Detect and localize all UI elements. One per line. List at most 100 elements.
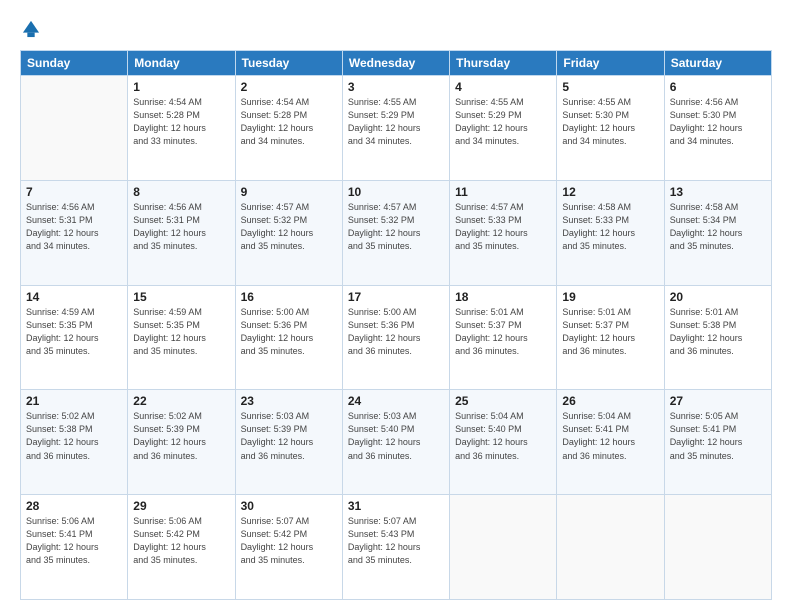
calendar-cell: 5Sunrise: 4:55 AM Sunset: 5:30 PM Daylig…: [557, 76, 664, 181]
col-header-monday: Monday: [128, 51, 235, 76]
day-info: Sunrise: 5:00 AM Sunset: 5:36 PM Dayligh…: [241, 306, 337, 358]
logo: [20, 18, 46, 40]
calendar-cell: 21 Sunrise: 5:02 AM Sunset: 5:38 PM Dayli…: [21, 390, 128, 495]
calendar-cell: 9 Sunrise: 4:57 AM Sunset: 5:32 PM Daylig…: [235, 180, 342, 285]
calendar-cell: 3 Sunrise: 4:55 AM Sunset: 5:29 PM Daylig…: [342, 76, 449, 181]
day-info: Sunrise: 5:07 AM Sunset: 5:43 PM Dayligh…: [348, 515, 444, 567]
day-info: Sunrise: 5:06 AM Sunset: 5:41 PM Dayligh…: [26, 515, 122, 567]
day-info: Sunrise: 5:01 AM Sunset: 5:37 PM Dayligh…: [562, 306, 658, 358]
day-number: 23: [241, 394, 337, 408]
day-number: 28: [26, 499, 122, 513]
day-number: 10: [348, 185, 444, 199]
day-number: 18: [455, 290, 551, 304]
day-number: 22: [133, 394, 229, 408]
calendar-cell: [450, 495, 557, 600]
day-number: 21: [26, 394, 122, 408]
calendar-cell: 18 Sunrise: 5:01 AM Sunset: 5:37 PM Dayli…: [450, 285, 557, 390]
calendar-week-2: 7 Sunrise: 4:56 AM Sunset: 5:31 PM Daylig…: [21, 180, 772, 285]
calendar-cell: 2Sunrise: 4:54 AM Sunset: 5:28 PM Daylig…: [235, 76, 342, 181]
day-info: Sunrise: 5:04 AM Sunset: 5:40 PM Dayligh…: [455, 410, 551, 462]
calendar-cell: 19 Sunrise: 5:01 AM Sunset: 5:37 PM Dayli…: [557, 285, 664, 390]
calendar-cell: 4 Sunrise: 4:55 AM Sunset: 5:29 PM Daylig…: [450, 76, 557, 181]
calendar-cell: 10 Sunrise: 4:57 AM Sunset: 5:32 PM Dayli…: [342, 180, 449, 285]
calendar-cell: 20 Sunrise: 5:01 AM Sunset: 5:38 PM Dayli…: [664, 285, 771, 390]
day-info: Sunrise: 4:55 AM Sunset: 5:30 PM Dayligh…: [562, 96, 658, 148]
calendar-cell: 8 Sunrise: 4:56 AM Sunset: 5:31 PM Daylig…: [128, 180, 235, 285]
day-info: Sunrise: 4:59 AM Sunset: 5:35 PM Dayligh…: [26, 306, 122, 358]
day-number: 20: [670, 290, 766, 304]
header: [20, 18, 772, 40]
col-header-thursday: Thursday: [450, 51, 557, 76]
calendar-cell: 27Sunrise: 5:05 AM Sunset: 5:41 PM Dayli…: [664, 390, 771, 495]
col-header-friday: Friday: [557, 51, 664, 76]
calendar-cell: 31 Sunrise: 5:07 AM Sunset: 5:43 PM Dayli…: [342, 495, 449, 600]
day-number: 15: [133, 290, 229, 304]
calendar-cell: 13 Sunrise: 4:58 AM Sunset: 5:34 PM Dayli…: [664, 180, 771, 285]
day-info: Sunrise: 4:57 AM Sunset: 5:32 PM Dayligh…: [241, 201, 337, 253]
calendar-cell: 16Sunrise: 5:00 AM Sunset: 5:36 PM Dayli…: [235, 285, 342, 390]
day-info: Sunrise: 5:06 AM Sunset: 5:42 PM Dayligh…: [133, 515, 229, 567]
calendar-cell: [21, 76, 128, 181]
calendar-cell: 22Sunrise: 5:02 AM Sunset: 5:39 PM Dayli…: [128, 390, 235, 495]
calendar-cell: 7Sunrise: 4:56 AM Sunset: 5:31 PM Daylig…: [21, 180, 128, 285]
day-info: Sunrise: 4:58 AM Sunset: 5:34 PM Dayligh…: [670, 201, 766, 253]
logo-icon: [20, 18, 42, 40]
calendar: SundayMondayTuesdayWednesdayThursdayFrid…: [20, 50, 772, 600]
calendar-cell: 6 Sunrise: 4:56 AM Sunset: 5:30 PM Daylig…: [664, 76, 771, 181]
day-number: 25: [455, 394, 551, 408]
day-info: Sunrise: 4:57 AM Sunset: 5:32 PM Dayligh…: [348, 201, 444, 253]
day-number: 27: [670, 394, 766, 408]
day-number: 24: [348, 394, 444, 408]
calendar-header-row: SundayMondayTuesdayWednesdayThursdayFrid…: [21, 51, 772, 76]
calendar-cell: 15 Sunrise: 4:59 AM Sunset: 5:35 PM Dayli…: [128, 285, 235, 390]
calendar-cell: 12 Sunrise: 4:58 AM Sunset: 5:33 PM Dayli…: [557, 180, 664, 285]
day-number: 12: [562, 185, 658, 199]
day-info: Sunrise: 5:02 AM Sunset: 5:38 PM Dayligh…: [26, 410, 122, 462]
calendar-week-5: 28 Sunrise: 5:06 AM Sunset: 5:41 PM Dayli…: [21, 495, 772, 600]
col-header-wednesday: Wednesday: [342, 51, 449, 76]
day-number: 26: [562, 394, 658, 408]
calendar-cell: 26 Sunrise: 5:04 AM Sunset: 5:41 PM Dayli…: [557, 390, 664, 495]
day-info: Sunrise: 4:54 AM Sunset: 5:28 PM Dayligh…: [133, 96, 229, 148]
day-number: 9: [241, 185, 337, 199]
calendar-cell: 23Sunrise: 5:03 AM Sunset: 5:39 PM Dayli…: [235, 390, 342, 495]
calendar-cell: 24Sunrise: 5:03 AM Sunset: 5:40 PM Dayli…: [342, 390, 449, 495]
day-info: Sunrise: 4:58 AM Sunset: 5:33 PM Dayligh…: [562, 201, 658, 253]
day-info: Sunrise: 4:55 AM Sunset: 5:29 PM Dayligh…: [455, 96, 551, 148]
day-number: 14: [26, 290, 122, 304]
calendar-cell: 29 Sunrise: 5:06 AM Sunset: 5:42 PM Dayli…: [128, 495, 235, 600]
calendar-cell: 28 Sunrise: 5:06 AM Sunset: 5:41 PM Dayli…: [21, 495, 128, 600]
day-number: 30: [241, 499, 337, 513]
day-number: 17: [348, 290, 444, 304]
day-number: 6: [670, 80, 766, 94]
calendar-cell: 30Sunrise: 5:07 AM Sunset: 5:42 PM Dayli…: [235, 495, 342, 600]
calendar-cell: [664, 495, 771, 600]
day-number: 11: [455, 185, 551, 199]
calendar-cell: 11Sunrise: 4:57 AM Sunset: 5:33 PM Dayli…: [450, 180, 557, 285]
day-info: Sunrise: 5:00 AM Sunset: 5:36 PM Dayligh…: [348, 306, 444, 358]
day-number: 7: [26, 185, 122, 199]
day-info: Sunrise: 5:01 AM Sunset: 5:38 PM Dayligh…: [670, 306, 766, 358]
calendar-week-3: 14 Sunrise: 4:59 AM Sunset: 5:35 PM Dayli…: [21, 285, 772, 390]
day-number: 8: [133, 185, 229, 199]
day-number: 3: [348, 80, 444, 94]
day-number: 29: [133, 499, 229, 513]
calendar-cell: 1 Sunrise: 4:54 AM Sunset: 5:28 PM Daylig…: [128, 76, 235, 181]
page: SundayMondayTuesdayWednesdayThursdayFrid…: [0, 0, 792, 612]
day-info: Sunrise: 4:59 AM Sunset: 5:35 PM Dayligh…: [133, 306, 229, 358]
day-number: 13: [670, 185, 766, 199]
day-number: 4: [455, 80, 551, 94]
day-info: Sunrise: 5:04 AM Sunset: 5:41 PM Dayligh…: [562, 410, 658, 462]
day-info: Sunrise: 4:55 AM Sunset: 5:29 PM Dayligh…: [348, 96, 444, 148]
day-info: Sunrise: 5:01 AM Sunset: 5:37 PM Dayligh…: [455, 306, 551, 358]
day-info: Sunrise: 4:56 AM Sunset: 5:31 PM Dayligh…: [133, 201, 229, 253]
day-number: 31: [348, 499, 444, 513]
col-header-saturday: Saturday: [664, 51, 771, 76]
day-number: 19: [562, 290, 658, 304]
calendar-cell: 14 Sunrise: 4:59 AM Sunset: 5:35 PM Dayli…: [21, 285, 128, 390]
col-header-sunday: Sunday: [21, 51, 128, 76]
calendar-cell: 25 Sunrise: 5:04 AM Sunset: 5:40 PM Dayli…: [450, 390, 557, 495]
day-number: 1: [133, 80, 229, 94]
day-info: Sunrise: 4:56 AM Sunset: 5:30 PM Dayligh…: [670, 96, 766, 148]
col-header-tuesday: Tuesday: [235, 51, 342, 76]
